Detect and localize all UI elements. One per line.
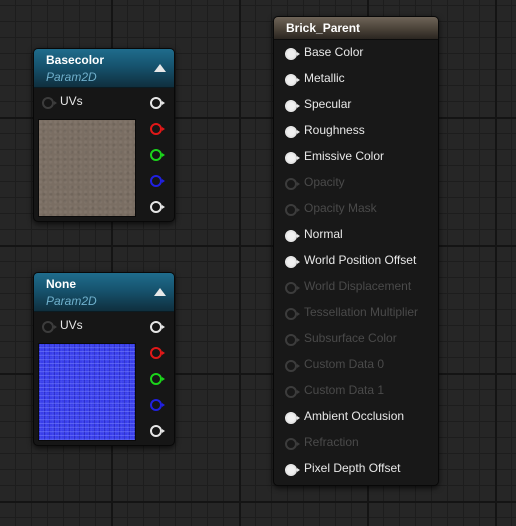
material-input-pin-icon[interactable] [285, 48, 300, 60]
material-input-label: Specular [304, 97, 352, 111]
material-input-label: Ambient Occlusion [304, 409, 405, 423]
basecolor-node-header[interactable]: Basecolor Param2D [34, 49, 174, 88]
material-input-pin-icon[interactable] [285, 74, 300, 86]
material-input-label: Custom Data 0 [304, 357, 385, 371]
texture-preview-thumbnail [38, 119, 136, 217]
material-input-pin-icon[interactable] [285, 152, 300, 164]
r-output-pin-icon[interactable] [150, 123, 165, 135]
basecolor-node-subtitle: Param2D [46, 70, 97, 84]
uvs-label: UVs [60, 318, 83, 332]
material-input-row: Custom Data 1 [274, 382, 438, 402]
material-input-label: Roughness [304, 123, 365, 137]
collapse-arrow-icon[interactable] [154, 288, 166, 296]
material-input-row: Tessellation Multiplier [274, 304, 438, 324]
material-input-pin-icon[interactable] [285, 178, 300, 190]
material-input-row: Metallic [274, 70, 438, 90]
uvs-label: UVs [60, 94, 83, 108]
material-input-label: Metallic [304, 71, 345, 85]
g-output-pin-icon[interactable] [150, 373, 165, 385]
rgb-output-pin-icon[interactable] [150, 321, 165, 333]
material-input-row: Normal [274, 226, 438, 246]
material-input-pin-icon[interactable] [285, 412, 300, 424]
b-output-pin-icon[interactable] [150, 399, 165, 411]
material-input-label: Tessellation Multiplier [304, 305, 419, 319]
material-input-label: World Position Offset [304, 253, 417, 267]
r-output-pin-icon[interactable] [150, 347, 165, 359]
a-output-pin-icon[interactable] [150, 425, 165, 437]
material-input-row: Base Color [274, 44, 438, 64]
material-input-label: Opacity [304, 175, 345, 189]
none-node-title: None [46, 277, 76, 291]
material-node-title: Brick_Parent [286, 21, 361, 35]
rgb-output-pin-icon[interactable] [150, 97, 165, 109]
material-input-pin-icon[interactable] [285, 360, 300, 372]
material-input-row: Opacity Mask [274, 200, 438, 220]
material-input-label: Refraction [304, 435, 359, 449]
a-output-pin-icon[interactable] [150, 201, 165, 213]
material-node-header[interactable]: Brick_Parent [274, 17, 438, 40]
material-input-pin-icon[interactable] [285, 230, 300, 242]
basecolor-node-title: Basecolor [46, 53, 105, 67]
g-output-pin-icon[interactable] [150, 149, 165, 161]
material-input-pin-icon[interactable] [285, 204, 300, 216]
material-input-row: World Displacement [274, 278, 438, 298]
material-input-label: Emissive Color [304, 149, 385, 163]
material-input-label: Subsurface Color [304, 331, 397, 345]
material-input-row: Specular [274, 96, 438, 116]
material-input-row: Pixel Depth Offset [274, 460, 438, 480]
material-input-label: Custom Data 1 [304, 383, 385, 397]
material-input-pin-icon[interactable] [285, 464, 300, 476]
material-input-label: Pixel Depth Offset [304, 461, 401, 475]
material-input-label: Opacity Mask [304, 201, 377, 215]
material-input-pin-icon[interactable] [285, 256, 300, 268]
material-input-pin-icon[interactable] [285, 334, 300, 346]
material-input-row: Custom Data 0 [274, 356, 438, 376]
material-input-label: Base Color [304, 45, 364, 59]
material-input-pin-icon[interactable] [285, 282, 300, 294]
material-input-pin-icon[interactable] [285, 308, 300, 320]
material-input-pin-icon[interactable] [285, 126, 300, 138]
material-input-label: Normal [304, 227, 343, 241]
material-result-node[interactable]: Brick_Parent Base Color Metallic Specular R… [273, 16, 439, 486]
uvs-input-pin-icon[interactable] [42, 321, 57, 333]
material-input-row: Roughness [274, 122, 438, 142]
material-input-row: Ambient Occlusion [274, 408, 438, 428]
material-input-row: Subsurface Color [274, 330, 438, 350]
material-input-pin-icon[interactable] [285, 386, 300, 398]
texture-preview-thumbnail [38, 343, 136, 441]
material-input-pin-icon[interactable] [285, 438, 300, 450]
uvs-input-pin-icon[interactable] [42, 97, 57, 109]
material-input-row: Opacity [274, 174, 438, 194]
none-node-subtitle: Param2D [46, 294, 97, 308]
material-input-label: World Displacement [304, 279, 412, 293]
none-node-header[interactable]: None Param2D [34, 273, 174, 312]
material-input-row: Refraction [274, 434, 438, 454]
material-input-row: World Position Offset [274, 252, 438, 272]
b-output-pin-icon[interactable] [150, 175, 165, 187]
material-input-row: Emissive Color [274, 148, 438, 168]
basecolor-node[interactable]: Basecolor Param2D UVs [33, 48, 175, 222]
none-node[interactable]: None Param2D UVs [33, 272, 175, 446]
material-inputs-list: Base Color Metallic Specular Roughness Emiss… [274, 40, 438, 485]
collapse-arrow-icon[interactable] [154, 64, 166, 72]
material-input-pin-icon[interactable] [285, 100, 300, 112]
